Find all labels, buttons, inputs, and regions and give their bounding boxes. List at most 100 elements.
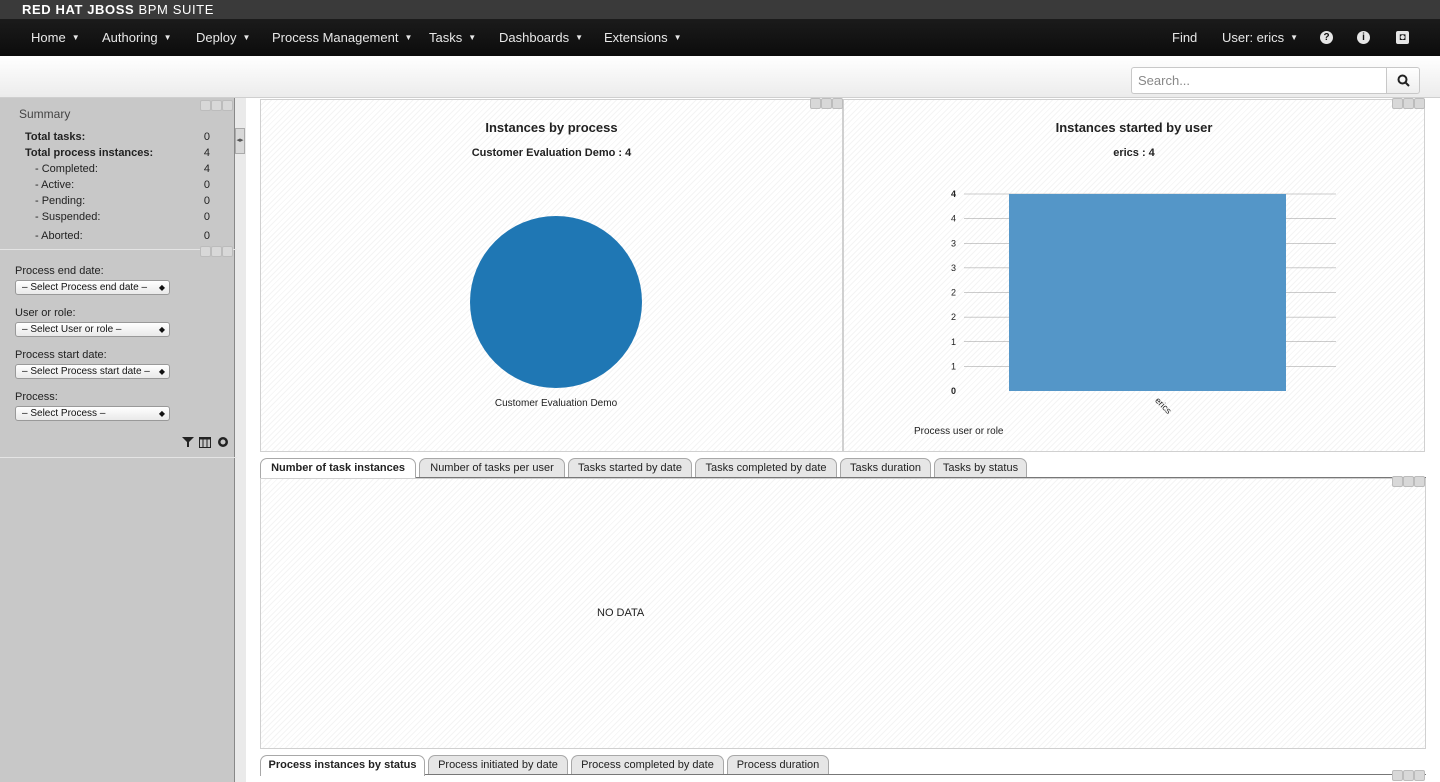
filter-start-date-select[interactable]: – Select Process start date – ◆	[15, 364, 170, 379]
nav-authoring-menu[interactable]: Authoring ▼	[102, 19, 172, 56]
tab-process-instances-by-status[interactable]: Process instances by status	[260, 755, 425, 776]
caret-down-icon: ▼	[673, 33, 682, 42]
dropdown-icon	[1414, 98, 1425, 109]
nav-dashboards-menu[interactable]: Dashboards ▼	[499, 19, 583, 56]
bar	[1009, 194, 1286, 391]
task-panel-controls[interactable]	[1392, 476, 1428, 488]
tab-process-initiated-by-date[interactable]: Process initiated by date	[428, 755, 568, 775]
tab-number-of-task-instances[interactable]: Number of task instances	[260, 458, 416, 479]
settings-icon	[1403, 770, 1414, 781]
select-arrow-icon: ◆	[158, 409, 165, 418]
info-icon[interactable]: i	[1357, 31, 1370, 44]
caret-down-icon: ▼	[242, 33, 251, 42]
nav-process-management-menu[interactable]: Process Management ▼	[272, 19, 412, 56]
caret-down-icon: ▼	[404, 33, 413, 42]
tab-tasks-duration[interactable]: Tasks duration	[840, 458, 931, 478]
brand-logo: RED HAT JBOSS BPM SUITE	[22, 2, 214, 17]
search-input[interactable]	[1131, 67, 1387, 94]
caret-down-icon: ▼	[71, 33, 80, 42]
move-icon	[1392, 98, 1403, 109]
move-icon	[200, 100, 211, 111]
camera-icon[interactable]: ◘	[1396, 31, 1409, 44]
search-toolbar	[0, 56, 1440, 98]
bar-chart: 0 1 1 2 2 3 3 4 4 erics	[951, 189, 1336, 416]
nav-user-menu[interactable]: User: erics ▼	[1222, 19, 1298, 56]
tab-process-duration[interactable]: Process duration	[727, 755, 829, 775]
settings-icon	[211, 100, 222, 111]
settings-icon	[1403, 476, 1414, 487]
bar-panel-controls[interactable]	[1392, 98, 1428, 110]
tab-tasks-completed-by-date[interactable]: Tasks completed by date	[695, 458, 837, 478]
select-arrow-icon: ◆	[158, 325, 165, 334]
filter-panel-controls[interactable]	[200, 246, 236, 258]
y-tick-label: 1	[951, 337, 956, 347]
y-tick-label: 3	[951, 238, 956, 248]
select-arrow-icon: ◆	[158, 283, 165, 292]
tab-process-completed-by-date[interactable]: Process completed by date	[571, 755, 724, 775]
y-tick-label: 0	[951, 386, 956, 396]
caret-down-icon: ▼	[575, 33, 584, 42]
settings-icon	[1403, 98, 1414, 109]
settings-icon	[211, 246, 222, 257]
task-chart-panel	[260, 478, 1426, 749]
y-tick-label: 2	[951, 288, 956, 298]
filter-icon[interactable]	[182, 436, 194, 448]
settings-icon	[821, 98, 832, 109]
bar-chart-panel: Instances started by user erics : 4 0112…	[843, 99, 1425, 452]
filter-user-role-label: User or role:	[15, 307, 76, 319]
y-tick-label: 4	[951, 189, 956, 199]
pie-chart-panel: Instances by process Customer Evaluation…	[260, 99, 843, 452]
nav-find-link[interactable]: Find	[1172, 19, 1197, 56]
caret-down-icon: ▼	[1290, 33, 1299, 42]
process-panel-controls[interactable]	[1392, 770, 1428, 782]
dropdown-icon	[222, 100, 233, 111]
search-icon	[1397, 74, 1410, 87]
filter-end-date-label: Process end date:	[15, 265, 104, 277]
bar-chart-xlabel: Process user or role	[914, 426, 1004, 437]
caret-down-icon: ▼	[468, 33, 477, 42]
y-tick-label: 3	[951, 263, 956, 273]
move-icon	[200, 246, 211, 257]
refresh-icon[interactable]	[217, 436, 229, 448]
filter-user-role-select[interactable]: – Select User or role – ◆	[15, 322, 170, 337]
dropdown-icon	[1414, 476, 1425, 487]
search-button[interactable]	[1386, 67, 1420, 94]
main-navbar: Home ▼ Authoring ▼ Deploy ▼ Process Managem…	[0, 19, 1440, 56]
move-icon	[810, 98, 821, 109]
brand-bar: RED HAT JBOSS BPM SUITE	[0, 0, 1440, 19]
caret-down-icon: ▼	[163, 33, 172, 42]
dropdown-icon	[222, 246, 233, 257]
y-tick-label: 4	[951, 214, 956, 224]
pie-slice-label: Customer Evaluation Demo	[495, 398, 618, 409]
summary-panel-controls[interactable]	[200, 100, 236, 112]
select-arrow-icon: ◆	[158, 367, 165, 376]
table-icon[interactable]	[199, 436, 211, 448]
x-tick-label: erics	[1153, 395, 1174, 416]
pie-panel-controls[interactable]	[810, 98, 846, 110]
y-tick-label: 1	[951, 361, 956, 371]
tab-underline	[425, 774, 1426, 775]
summary-title: Summary	[19, 107, 71, 121]
filter-start-date-label: Process start date:	[15, 349, 107, 361]
sidebar-splitter[interactable]: ◂▸	[234, 98, 246, 782]
dropdown-icon	[832, 98, 843, 109]
tab-number-of-tasks-per-user[interactable]: Number of tasks per user	[419, 458, 565, 478]
nav-extensions-menu[interactable]: Extensions ▼	[604, 19, 682, 56]
nav-deploy-menu[interactable]: Deploy ▼	[196, 19, 250, 56]
nav-tasks-menu[interactable]: Tasks ▼	[429, 19, 476, 56]
help-icon[interactable]: ?	[1320, 31, 1333, 44]
pie-chart: Customer Evaluation Demo	[470, 216, 642, 409]
no-data-message: NO DATA	[597, 607, 645, 619]
dropdown-icon	[1414, 770, 1425, 781]
tab-tasks-by-status[interactable]: Tasks by status	[934, 458, 1027, 478]
pie-slice	[470, 216, 642, 388]
y-tick-label: 2	[951, 312, 956, 322]
collapse-handle[interactable]: ◂▸	[235, 128, 245, 154]
divider	[0, 457, 237, 458]
filter-process-label: Process:	[15, 391, 58, 403]
nav-home-menu[interactable]: Home ▼	[31, 19, 80, 56]
filter-process-select[interactable]: – Select Process – ◆	[15, 406, 170, 421]
filter-end-date-select[interactable]: – Select Process end date – ◆	[15, 280, 170, 295]
tab-tasks-started-by-date[interactable]: Tasks started by date	[568, 458, 692, 478]
move-icon	[1392, 476, 1403, 487]
